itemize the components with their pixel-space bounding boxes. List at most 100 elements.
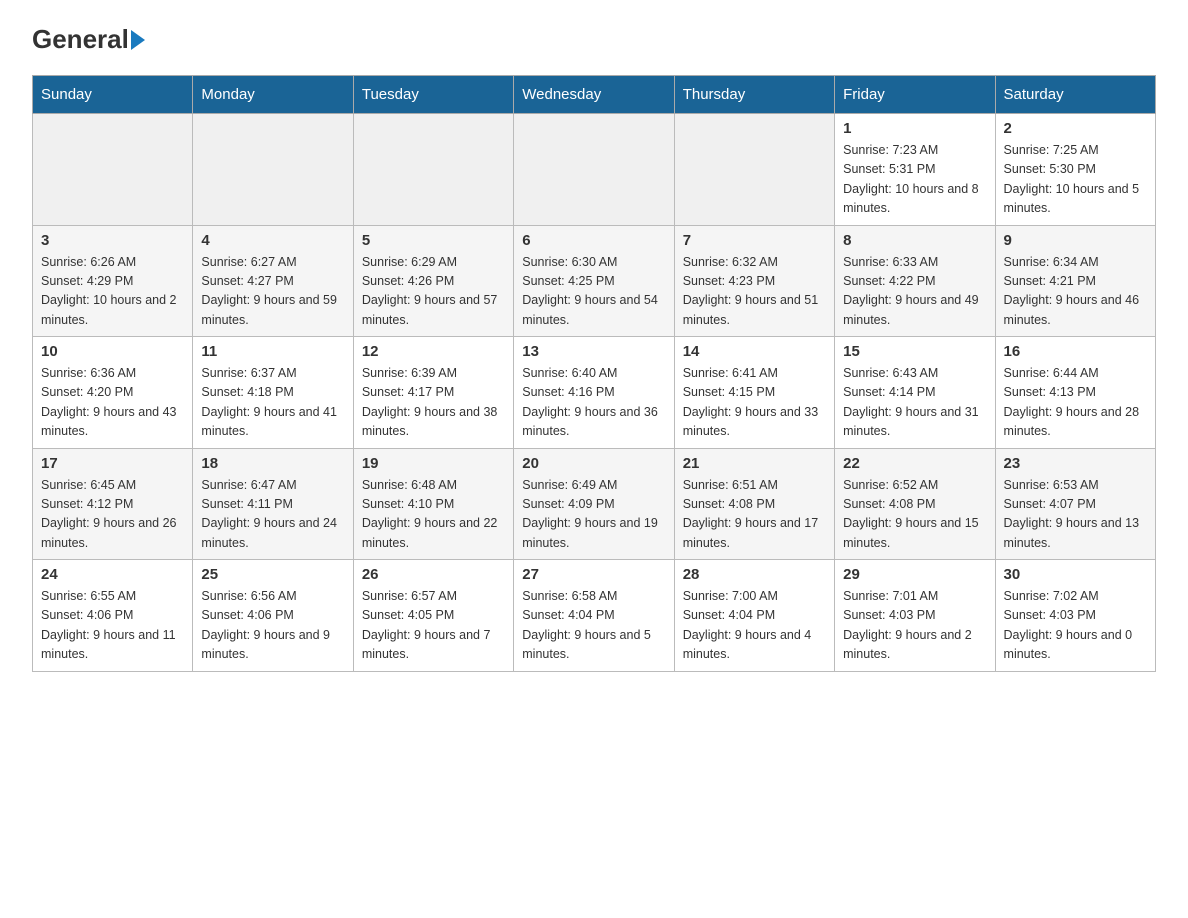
calendar-week-row: 10 Sunrise: 6:36 AMSunset: 4:20 PMDayligh…	[33, 337, 1156, 449]
day-info: Sunrise: 6:37 AMSunset: 4:18 PMDaylight:…	[201, 364, 344, 442]
day-info: Sunrise: 6:51 AMSunset: 4:08 PMDaylight:…	[683, 476, 826, 554]
calendar-cell: 20 Sunrise: 6:49 AMSunset: 4:09 PMDayligh…	[514, 448, 674, 560]
weekday-header-row: SundayMondayTuesdayWednesdayThursdayFrid…	[33, 76, 1156, 114]
day-info: Sunrise: 6:47 AMSunset: 4:11 PMDaylight:…	[201, 476, 344, 554]
day-number: 18	[201, 455, 344, 472]
day-info: Sunrise: 6:34 AMSunset: 4:21 PMDaylight:…	[1004, 253, 1147, 331]
calendar-cell: 9Sunrise: 6:34 AMSunset: 4:21 PMDaylight…	[995, 225, 1155, 337]
weekday-header-saturday: Saturday	[995, 76, 1155, 114]
calendar-cell: 28 Sunrise: 7:00 AMSunset: 4:04 PMDayligh…	[674, 560, 834, 672]
header: General	[32, 24, 1156, 55]
calendar-cell: 27 Sunrise: 6:58 AMSunset: 4:04 PMDayligh…	[514, 560, 674, 672]
calendar-cell: 14Sunrise: 6:41 AMSunset: 4:15 PMDayligh…	[674, 337, 834, 449]
day-number: 4	[201, 232, 344, 249]
day-number: 25	[201, 566, 344, 583]
calendar-cell: 11 Sunrise: 6:37 AMSunset: 4:18 PMDayligh…	[193, 337, 353, 449]
day-number: 7	[683, 232, 826, 249]
day-number: 19	[362, 455, 505, 472]
calendar-header: SundayMondayTuesdayWednesdayThursdayFrid…	[33, 76, 1156, 114]
calendar-cell: 7 Sunrise: 6:32 AMSunset: 4:23 PMDaylight…	[674, 225, 834, 337]
calendar-cell: 17 Sunrise: 6:45 AMSunset: 4:12 PMDayligh…	[33, 448, 193, 560]
day-number: 11	[201, 343, 344, 360]
day-info: Sunrise: 6:55 AMSunset: 4:06 PMDaylight:…	[41, 587, 184, 665]
calendar-cell: 12Sunrise: 6:39 AMSunset: 4:17 PMDayligh…	[353, 337, 513, 449]
day-info: Sunrise: 6:30 AMSunset: 4:25 PMDaylight:…	[522, 253, 665, 331]
calendar-week-row: 17 Sunrise: 6:45 AMSunset: 4:12 PMDayligh…	[33, 448, 1156, 560]
calendar-cell: 30 Sunrise: 7:02 AMSunset: 4:03 PMDayligh…	[995, 560, 1155, 672]
calendar-cell	[353, 114, 513, 226]
calendar-cell: 1 Sunrise: 7:23 AMSunset: 5:31 PMDaylight…	[835, 114, 995, 226]
day-info: Sunrise: 6:29 AMSunset: 4:26 PMDaylight:…	[362, 253, 505, 331]
weekday-header-friday: Friday	[835, 76, 995, 114]
day-number: 5	[362, 232, 505, 249]
calendar-cell: 18 Sunrise: 6:47 AMSunset: 4:11 PMDayligh…	[193, 448, 353, 560]
day-info: Sunrise: 6:41 AMSunset: 4:15 PMDaylight:…	[683, 364, 826, 442]
day-number: 6	[522, 232, 665, 249]
calendar-cell	[674, 114, 834, 226]
day-number: 13	[522, 343, 665, 360]
day-info: Sunrise: 6:52 AMSunset: 4:08 PMDaylight:…	[843, 476, 986, 554]
day-info: Sunrise: 7:00 AMSunset: 4:04 PMDaylight:…	[683, 587, 826, 665]
calendar-cell: 10 Sunrise: 6:36 AMSunset: 4:20 PMDayligh…	[33, 337, 193, 449]
day-number: 30	[1004, 566, 1147, 583]
day-info: Sunrise: 6:36 AMSunset: 4:20 PMDaylight:…	[41, 364, 184, 442]
calendar-cell: 21 Sunrise: 6:51 AMSunset: 4:08 PMDayligh…	[674, 448, 834, 560]
day-info: Sunrise: 6:27 AMSunset: 4:27 PMDaylight:…	[201, 253, 344, 331]
calendar-cell: 16Sunrise: 6:44 AMSunset: 4:13 PMDayligh…	[995, 337, 1155, 449]
calendar-cell: 3Sunrise: 6:26 AMSunset: 4:29 PMDaylight…	[33, 225, 193, 337]
day-number: 1	[843, 120, 986, 137]
day-number: 21	[683, 455, 826, 472]
day-info: Sunrise: 6:48 AMSunset: 4:10 PMDaylight:…	[362, 476, 505, 554]
day-number: 23	[1004, 455, 1147, 472]
day-number: 27	[522, 566, 665, 583]
day-number: 28	[683, 566, 826, 583]
day-info: Sunrise: 6:33 AMSunset: 4:22 PMDaylight:…	[843, 253, 986, 331]
calendar-cell: 23 Sunrise: 6:53 AMSunset: 4:07 PMDayligh…	[995, 448, 1155, 560]
day-info: Sunrise: 7:23 AMSunset: 5:31 PMDaylight:…	[843, 141, 986, 219]
day-info: Sunrise: 6:32 AMSunset: 4:23 PMDaylight:…	[683, 253, 826, 331]
day-number: 26	[362, 566, 505, 583]
day-number: 20	[522, 455, 665, 472]
day-info: Sunrise: 6:56 AMSunset: 4:06 PMDaylight:…	[201, 587, 344, 665]
day-number: 17	[41, 455, 184, 472]
calendar-cell: 22 Sunrise: 6:52 AMSunset: 4:08 PMDayligh…	[835, 448, 995, 560]
day-number: 24	[41, 566, 184, 583]
day-info: Sunrise: 7:25 AMSunset: 5:30 PMDaylight:…	[1004, 141, 1147, 219]
calendar-cell: 4 Sunrise: 6:27 AMSunset: 4:27 PMDaylight…	[193, 225, 353, 337]
weekday-header-tuesday: Tuesday	[353, 76, 513, 114]
calendar-cell: 13 Sunrise: 6:40 AMSunset: 4:16 PMDayligh…	[514, 337, 674, 449]
day-info: Sunrise: 6:53 AMSunset: 4:07 PMDaylight:…	[1004, 476, 1147, 554]
weekday-header-thursday: Thursday	[674, 76, 834, 114]
calendar-cell: 5 Sunrise: 6:29 AMSunset: 4:26 PMDaylight…	[353, 225, 513, 337]
day-info: Sunrise: 7:02 AMSunset: 4:03 PMDaylight:…	[1004, 587, 1147, 665]
weekday-header-sunday: Sunday	[33, 76, 193, 114]
calendar-cell	[514, 114, 674, 226]
day-info: Sunrise: 6:58 AMSunset: 4:04 PMDaylight:…	[522, 587, 665, 665]
day-info: Sunrise: 6:44 AMSunset: 4:13 PMDaylight:…	[1004, 364, 1147, 442]
calendar-cell: 25 Sunrise: 6:56 AMSunset: 4:06 PMDayligh…	[193, 560, 353, 672]
calendar-cell: 26 Sunrise: 6:57 AMSunset: 4:05 PMDayligh…	[353, 560, 513, 672]
day-info: Sunrise: 6:57 AMSunset: 4:05 PMDaylight:…	[362, 587, 505, 665]
day-info: Sunrise: 6:26 AMSunset: 4:29 PMDaylight:…	[41, 253, 184, 331]
calendar-cell: 15 Sunrise: 6:43 AMSunset: 4:14 PMDayligh…	[835, 337, 995, 449]
day-number: 15	[843, 343, 986, 360]
day-info: Sunrise: 6:43 AMSunset: 4:14 PMDaylight:…	[843, 364, 986, 442]
day-info: Sunrise: 6:45 AMSunset: 4:12 PMDaylight:…	[41, 476, 184, 554]
calendar-week-row: 3Sunrise: 6:26 AMSunset: 4:29 PMDaylight…	[33, 225, 1156, 337]
calendar-body: 1 Sunrise: 7:23 AMSunset: 5:31 PMDaylight…	[33, 114, 1156, 672]
calendar-cell: 19 Sunrise: 6:48 AMSunset: 4:10 PMDayligh…	[353, 448, 513, 560]
weekday-header-monday: Monday	[193, 76, 353, 114]
logo-arrow-icon	[131, 30, 145, 50]
day-info: Sunrise: 6:40 AMSunset: 4:16 PMDaylight:…	[522, 364, 665, 442]
calendar-cell	[33, 114, 193, 226]
day-number: 10	[41, 343, 184, 360]
logo: General	[32, 24, 147, 55]
day-number: 8	[843, 232, 986, 249]
logo-general: General	[32, 24, 129, 55]
day-number: 22	[843, 455, 986, 472]
calendar-week-row: 24 Sunrise: 6:55 AMSunset: 4:06 PMDayligh…	[33, 560, 1156, 672]
calendar-cell: 24 Sunrise: 6:55 AMSunset: 4:06 PMDayligh…	[33, 560, 193, 672]
calendar-cell: 6 Sunrise: 6:30 AMSunset: 4:25 PMDaylight…	[514, 225, 674, 337]
day-info: Sunrise: 6:49 AMSunset: 4:09 PMDaylight:…	[522, 476, 665, 554]
day-number: 29	[843, 566, 986, 583]
